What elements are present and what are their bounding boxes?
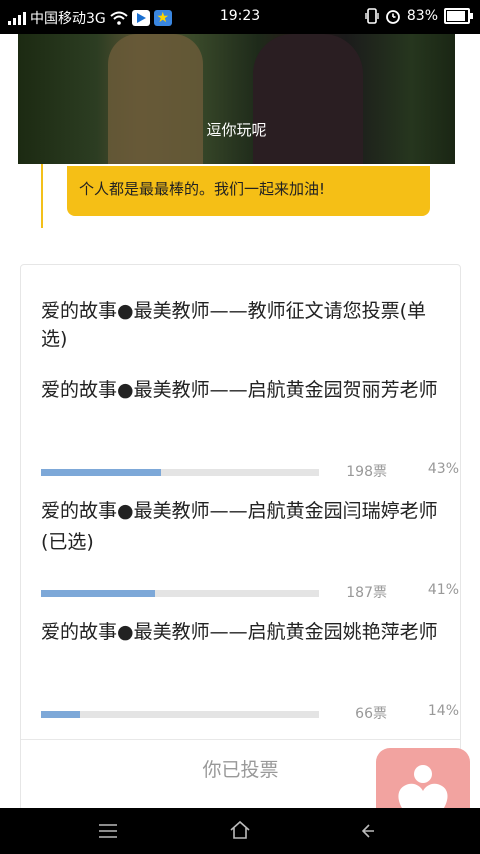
poll-option[interactable]: 爱的故事●最美教师——启航黄金园姚艳萍老师 66票 14% <box>41 617 459 722</box>
alarm-icon <box>385 10 400 24</box>
battery-icon <box>444 8 473 24</box>
progress-bar <box>41 469 319 476</box>
option-result: 66票 14% <box>41 703 459 723</box>
page-background <box>0 34 18 94</box>
vibrate-icon <box>365 8 379 24</box>
back-icon[interactable] <box>362 822 376 840</box>
progress-bar <box>41 711 319 718</box>
video-figure <box>108 34 203 164</box>
poll-title: 爱的故事●最美教师——教师征文请您投票(单选) <box>41 300 426 350</box>
option-label: 爱的故事●最美教师——启航黄金园闫瑞婷老师 (已选) <box>41 500 438 553</box>
progress-fill <box>41 590 155 597</box>
status-right: 83% <box>365 8 473 24</box>
menu-icon[interactable] <box>98 823 118 839</box>
option-label: 爱的故事●最美教师——启航黄金园贺丽芳老师 <box>41 379 438 401</box>
option-result: 198票 43% <box>41 461 459 481</box>
video-caption: 逗你玩呢 <box>206 121 267 139</box>
vote-percent: 14% <box>427 703 459 719</box>
vote-count: 187票 <box>346 585 387 601</box>
battery-percent: 83% <box>406 8 438 24</box>
message-text: 个人都是最最棒的。我们一起来加油! <box>79 180 326 198</box>
option-label: 爱的故事●最美教师——启航黄金园姚艳萍老师 <box>41 621 438 643</box>
vote-percent: 41% <box>427 582 459 598</box>
system-nav-bar <box>0 808 480 854</box>
video-figure <box>253 34 363 164</box>
home-icon[interactable] <box>229 820 251 840</box>
status-bar: 中国移动3G ★ 19:23 83% <box>0 0 480 34</box>
divider <box>21 739 460 740</box>
message-bubble: 个人都是最最棒的。我们一起来加油! <box>67 166 430 216</box>
vote-count: 198票 <box>346 464 387 480</box>
option-result: 187票 41% <box>41 582 459 602</box>
timeline-line <box>41 164 43 228</box>
vote-percent: 43% <box>427 461 459 477</box>
video-player[interactable]: 逗你玩呢 <box>18 34 455 164</box>
poll-option[interactable]: 爱的故事●最美教师——启航黄金园贺丽芳老师 198票 43% <box>41 375 459 480</box>
progress-fill <box>41 469 161 476</box>
poll-card: 爱的故事●最美教师——教师征文请您投票(单选) 爱的故事●最美教师——启航黄金园… <box>20 264 461 811</box>
poll-option[interactable]: 爱的故事●最美教师——启航黄金园闫瑞婷老师 (已选) 187票 41% <box>41 496 459 601</box>
progress-fill <box>41 711 80 718</box>
vote-count: 66票 <box>355 706 387 722</box>
progress-bar <box>41 590 319 597</box>
